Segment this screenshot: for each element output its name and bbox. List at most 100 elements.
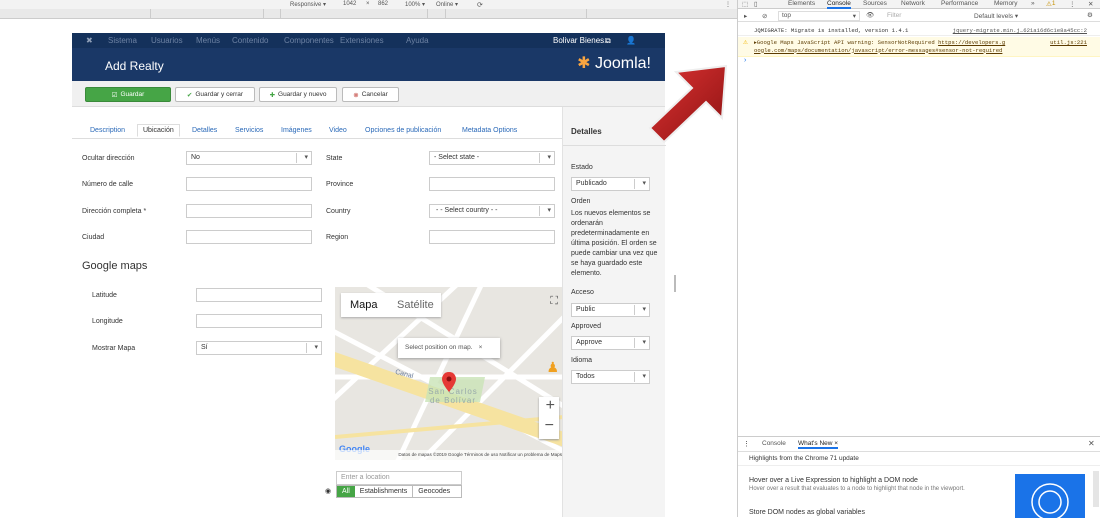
tab-publicacion[interactable]: Opciones de publicación	[365, 127, 441, 134]
tab-network[interactable]: Network	[901, 0, 925, 7]
save-button[interactable]: ☑ Guardar	[85, 87, 171, 102]
edit-form: Description Ubicación Detalles Servicios…	[72, 107, 666, 517]
context-select[interactable]: top ▾	[778, 11, 860, 21]
menu-item[interactable]: Extensiones	[340, 36, 384, 45]
inspect-icon[interactable]: ⬚	[742, 0, 748, 8]
approved-select[interactable]: Approve	[571, 336, 650, 350]
ciudad-label: Ciudad	[82, 234, 105, 241]
pegman-icon[interactable]: ♟	[546, 359, 559, 376]
close-devtools-icon[interactable]: ✕	[1088, 0, 1093, 8]
map-footer[interactable]: Datos de mapas ©2019 Google Términos de …	[335, 450, 564, 460]
region-label: Region	[326, 234, 349, 241]
tab-console[interactable]: Console	[827, 0, 851, 9]
site-link[interactable]: Bolivar Bienes...	[553, 36, 611, 45]
more-icon[interactable]: ⋮	[725, 1, 731, 8]
tab-description[interactable]: Description	[90, 127, 125, 134]
menu-item[interactable]: Contenido	[232, 36, 268, 45]
close-icon[interactable]: ×	[479, 344, 483, 351]
cancel-icon: ⊗	[353, 91, 359, 99]
menu-item[interactable]: Usuarios	[151, 36, 183, 45]
menu-item[interactable]: Componentes	[284, 36, 334, 45]
user-icon[interactable]: 👤	[626, 36, 636, 45]
whatsnew-item-title[interactable]: Store DOM nodes as global variables	[749, 509, 865, 516]
tab-performance[interactable]: Performance	[941, 0, 978, 7]
tab-servicios[interactable]: Servicios	[235, 127, 263, 134]
whatsnew-item-title[interactable]: Hover over a Live Expression to highligh…	[749, 477, 918, 484]
height-field[interactable]: 862	[378, 1, 388, 7]
latitude-input[interactable]	[196, 288, 322, 302]
cancel-button[interactable]: ⊗ Cancelar	[342, 87, 399, 102]
direccion-label: Dirección completa *	[82, 208, 147, 215]
ocultar-select[interactable]: No	[186, 151, 312, 165]
tab-sources[interactable]: Sources	[863, 0, 887, 7]
warning-count[interactable]: ⚠ 1	[1046, 0, 1055, 8]
devtools-menu-icon[interactable]: ⋮	[1069, 0, 1076, 8]
device-icon[interactable]: ▯	[754, 0, 758, 8]
save-new-button[interactable]: ✚ Guardar y nuevo	[259, 87, 337, 102]
opt-all[interactable]: All	[337, 486, 355, 497]
tab-elements[interactable]: Elements	[788, 0, 815, 7]
media-query-ruler[interactable]	[0, 9, 737, 19]
joomla-menu-icon[interactable]: ✖	[86, 36, 93, 45]
opt-geocodes[interactable]: Geocodes	[413, 486, 455, 497]
google-map[interactable]: Mapa Satélite ⛶ Select position on map. ×…	[335, 287, 564, 460]
acceso-select[interactable]: Public	[571, 303, 650, 317]
province-input[interactable]	[429, 177, 555, 191]
tab-ubicacion[interactable]: Ubicación	[137, 124, 180, 137]
save-close-button[interactable]: ✔ Guardar y cerrar	[175, 87, 255, 102]
mostrar-select[interactable]: Sí	[196, 341, 322, 355]
satellite-tab[interactable]: Satélite	[397, 299, 434, 311]
state-select[interactable]: - Select state -	[429, 151, 555, 165]
filter-input[interactable]: Filter	[887, 12, 901, 19]
zoom-out-button[interactable]: −	[545, 417, 554, 435]
opt-establishments[interactable]: Establishments	[355, 486, 414, 497]
log-source-link[interactable]: jquery-migrate.min.j…621a16d6c1e8a45cc:2	[953, 27, 1087, 34]
map-marker-icon[interactable]	[442, 372, 456, 392]
drawer-tab-console[interactable]: Console	[762, 440, 786, 447]
resize-handle[interactable]	[674, 275, 676, 292]
menu-item[interactable]: Sistema	[108, 36, 137, 45]
menu-item[interactable]: Ayuda	[406, 36, 429, 45]
region-input[interactable]	[429, 230, 555, 244]
map-tab[interactable]: Mapa	[350, 299, 378, 311]
drawer-tab-whatsnew[interactable]: What's New ×	[798, 440, 839, 449]
width-field[interactable]: 1042	[343, 1, 356, 7]
console-prompt-icon[interactable]: ›	[744, 57, 746, 64]
external-link-icon[interactable]: ⧉	[605, 36, 611, 46]
responsive-select[interactable]: Responsive ▾	[290, 1, 326, 8]
direccion-input[interactable]	[186, 204, 312, 218]
tab-detalles[interactable]: Detalles	[192, 127, 217, 134]
tab-imagenes[interactable]: Imágenes	[281, 127, 312, 134]
ciudad-input[interactable]	[186, 230, 312, 244]
position-tooltip: Select position on map. ×	[398, 338, 500, 358]
radio-icon[interactable]: ◉	[325, 487, 331, 495]
more-tabs-icon[interactable]: »	[1031, 0, 1035, 7]
eye-icon[interactable]: 👁	[866, 11, 874, 19]
drawer-scrollbar[interactable]	[1093, 471, 1099, 507]
sidebar-toggle-icon[interactable]: ▸	[744, 12, 747, 20]
device-toolbar: Responsive ▾ 1042 × 862 100% ▾ Online ▾ …	[0, 0, 737, 9]
levels-select[interactable]: Default levels ▾	[974, 12, 1018, 20]
zoom-in-button[interactable]: +	[546, 397, 555, 415]
devtools-drawer: ⋮ Console What's New × ✕ Highlights from…	[738, 436, 1100, 518]
estado-select[interactable]: Publicado	[571, 177, 650, 191]
longitude-input[interactable]	[196, 314, 322, 328]
mostrar-label: Mostrar Mapa	[92, 345, 136, 352]
settings-gear-icon[interactable]: ⚙	[1087, 11, 1093, 19]
idioma-select[interactable]: Todos	[571, 370, 650, 384]
fullscreen-icon[interactable]: ⛶	[550, 295, 558, 308]
country-select[interactable]: - - Select country - -	[429, 204, 555, 218]
tab-metadata[interactable]: Metadata Options	[462, 127, 517, 134]
online-select[interactable]: Online ▾	[436, 1, 458, 8]
tab-video[interactable]: Video	[329, 127, 347, 134]
clear-console-icon[interactable]: ⊘	[762, 12, 767, 20]
location-input[interactable]: Enter a location	[336, 471, 462, 485]
rotate-icon[interactable]: ⟳	[477, 1, 483, 9]
drawer-menu-icon[interactable]: ⋮	[743, 440, 750, 448]
warning-source-link[interactable]: util.js:221	[1050, 39, 1087, 46]
numero-input[interactable]	[186, 177, 312, 191]
tab-memory[interactable]: Memory	[994, 0, 1017, 7]
zoom-select[interactable]: 100% ▾	[405, 1, 425, 8]
menu-item[interactable]: Menús	[196, 36, 220, 45]
close-drawer-icon[interactable]: ✕	[1088, 439, 1095, 448]
